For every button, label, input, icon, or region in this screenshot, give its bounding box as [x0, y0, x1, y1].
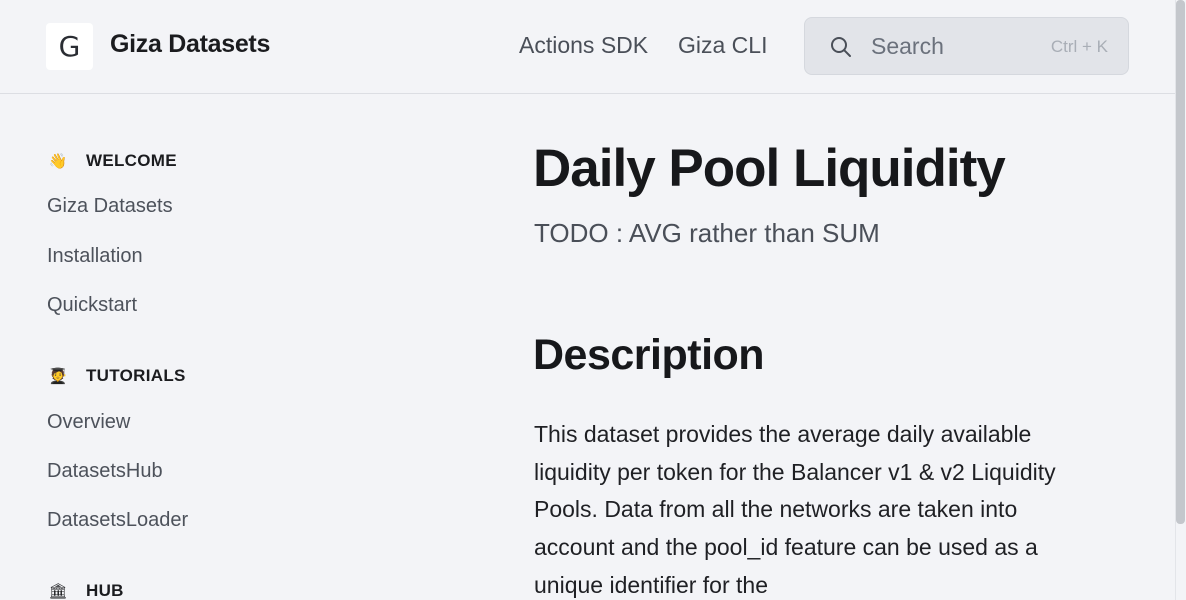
waving-hand-icon: 👋 — [48, 153, 68, 170]
site-brand[interactable]: Giza Datasets — [110, 30, 270, 59]
sidebar-item-giza-datasets[interactable]: Giza Datasets — [47, 195, 173, 218]
section-label: TUTORIALS — [86, 366, 186, 385]
search-input[interactable]: Search Ctrl + K — [804, 17, 1129, 75]
sidebar-item-installation[interactable]: Installation — [47, 245, 143, 268]
sidebar-item-overview[interactable]: Overview — [47, 411, 130, 434]
page-title: Daily Pool Liquidity — [533, 139, 1006, 198]
sidebar-item-datasetsloader[interactable]: DatasetsLoader — [47, 509, 188, 532]
sidebar-section-welcome: 👋 WELCOME — [47, 151, 177, 171]
sidebar-item-datasetshub[interactable]: DatasetsHub — [47, 460, 163, 483]
nav-link-actions-sdk[interactable]: Actions SDK — [519, 32, 648, 59]
giza-logo-icon[interactable]: G — [46, 23, 93, 70]
student-icon: 🧑‍🎓 — [48, 368, 68, 385]
sidebar-section-hub: 🏛 HUB — [47, 581, 124, 600]
sidebar-item-quickstart[interactable]: Quickstart — [47, 294, 137, 317]
description-heading: Description — [533, 331, 765, 379]
search-shortcut-hint: Ctrl + K — [1050, 37, 1108, 56]
section-label: WELCOME — [86, 151, 177, 170]
scrollbar-thumb[interactable] — [1176, 0, 1185, 524]
sidebar-section-tutorials: 🧑‍🎓 TUTORIALS — [47, 366, 186, 386]
page-subtitle: TODO : AVG rather than SUM — [534, 218, 880, 248]
search-placeholder: Search — [871, 33, 944, 59]
classical-building-icon: 🏛 — [48, 583, 68, 600]
top-header: G Giza Datasets Actions SDK Giza CLI Sea… — [0, 0, 1175, 94]
nav-link-giza-cli[interactable]: Giza CLI — [678, 32, 767, 59]
search-icon — [831, 37, 851, 57]
description-paragraph: This dataset provides the average daily … — [534, 421, 1056, 598]
section-label: HUB — [86, 581, 124, 600]
